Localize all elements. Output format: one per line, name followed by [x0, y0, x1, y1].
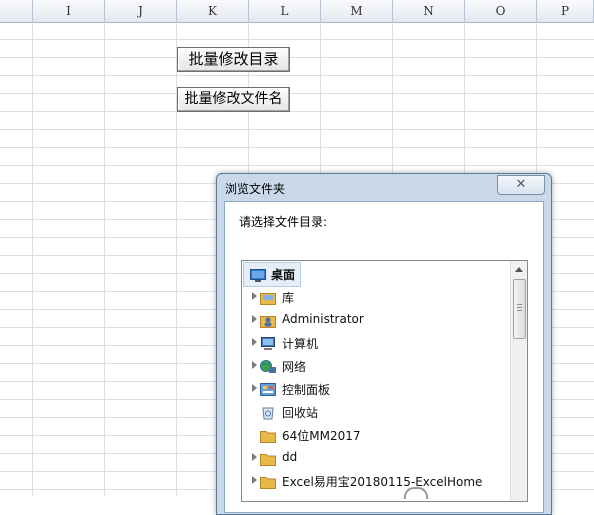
close-button[interactable]: ✕	[497, 175, 545, 195]
dialog-prompt: 请选择文件目录:	[239, 215, 328, 229]
tree-item-computer[interactable]: 计算机	[242, 332, 510, 355]
column-header-n[interactable]: N	[393, 0, 465, 22]
dialog-title: 浏览文件夹	[225, 182, 286, 196]
user-folder-icon	[260, 313, 276, 328]
cursor-icon	[404, 487, 428, 499]
column-header-corner	[0, 0, 33, 22]
dialog-title-bar[interactable]: 浏览文件夹 ✕	[217, 174, 551, 200]
tree-item-network[interactable]: 网络	[242, 355, 510, 378]
column-header-l[interactable]: L	[249, 0, 321, 22]
expand-arrow-icon[interactable]	[252, 361, 257, 369]
batch-modify-filename-button[interactable]: 批量修改文件名	[177, 87, 290, 112]
recycle-bin-icon	[260, 405, 276, 420]
network-icon	[260, 359, 276, 373]
column-header-m[interactable]: M	[321, 0, 393, 22]
browse-folder-dialog: 浏览文件夹 ✕ 请选择文件目录: 桌面 库 Administrator 计算机 …	[216, 173, 552, 515]
tree-item-control-panel[interactable]: 控制面板	[242, 378, 510, 401]
vertical-scrollbar[interactable]	[510, 261, 527, 501]
dialog-body: 请选择文件目录: 桌面 库 Administrator 计算机 网络 控制面板 …	[224, 201, 544, 513]
expand-arrow-icon[interactable]	[252, 384, 257, 392]
tree-item-library[interactable]: 库	[242, 286, 510, 309]
column-header-o[interactable]: O	[465, 0, 537, 22]
control-panel-icon	[260, 382, 276, 396]
column-header-i[interactable]: I	[33, 0, 105, 22]
tree-item-label: dd	[282, 450, 298, 464]
tree-item-label: 桌面	[271, 268, 296, 282]
tree-item-folder-64mm2017[interactable]: 64位MM2017	[242, 424, 510, 447]
tree-item-recycle-bin[interactable]: 回收站	[242, 401, 510, 424]
tree-item-label: 库	[282, 291, 295, 305]
tree-item-label: 控制面板	[282, 383, 331, 397]
column-header-j[interactable]: J	[105, 0, 177, 22]
grip-icon	[517, 304, 522, 313]
folder-icon	[260, 428, 276, 443]
tree-item-folder-excel-easy[interactable]: Excel易用宝20180115-ExcelHome	[242, 470, 510, 493]
column-header-p[interactable]: P	[537, 0, 594, 22]
column-header-bar: I J K L M N O P	[0, 0, 594, 23]
folder-icon	[260, 474, 276, 489]
tree-item-label: 64位MM2017	[282, 429, 361, 443]
tree-item-folder-dd[interactable]: dd	[242, 447, 510, 470]
expand-arrow-icon[interactable]	[252, 338, 257, 346]
folder-icon	[260, 451, 276, 466]
expand-arrow-icon[interactable]	[252, 315, 257, 323]
close-icon: ✕	[515, 177, 527, 192]
library-icon	[260, 290, 276, 305]
folder-tree[interactable]: 桌面 库 Administrator 计算机 网络 控制面板 回收站 64位MM…	[241, 260, 528, 502]
tree-item-label: 网络	[282, 360, 307, 374]
tree-item-label: 回收站	[282, 406, 319, 420]
tree-item-label: Excel易用宝20180115-ExcelHome	[282, 475, 483, 489]
scroll-up-icon[interactable]	[515, 267, 523, 272]
batch-modify-directory-button[interactable]: 批量修改目录	[177, 47, 290, 72]
computer-icon	[260, 336, 276, 350]
desktop-icon	[250, 267, 266, 282]
expand-arrow-icon[interactable]	[252, 453, 257, 461]
tree-item-label: 计算机	[282, 337, 319, 351]
tree-item-administrator[interactable]: Administrator	[242, 309, 510, 332]
expand-arrow-icon[interactable]	[252, 292, 257, 300]
scrollbar-thumb[interactable]	[513, 279, 526, 339]
tree-item-label: Administrator	[282, 312, 364, 326]
tree-item-desktop[interactable]: 桌面	[243, 262, 301, 287]
column-header-k[interactable]: K	[177, 0, 249, 22]
expand-arrow-icon[interactable]	[252, 476, 257, 484]
